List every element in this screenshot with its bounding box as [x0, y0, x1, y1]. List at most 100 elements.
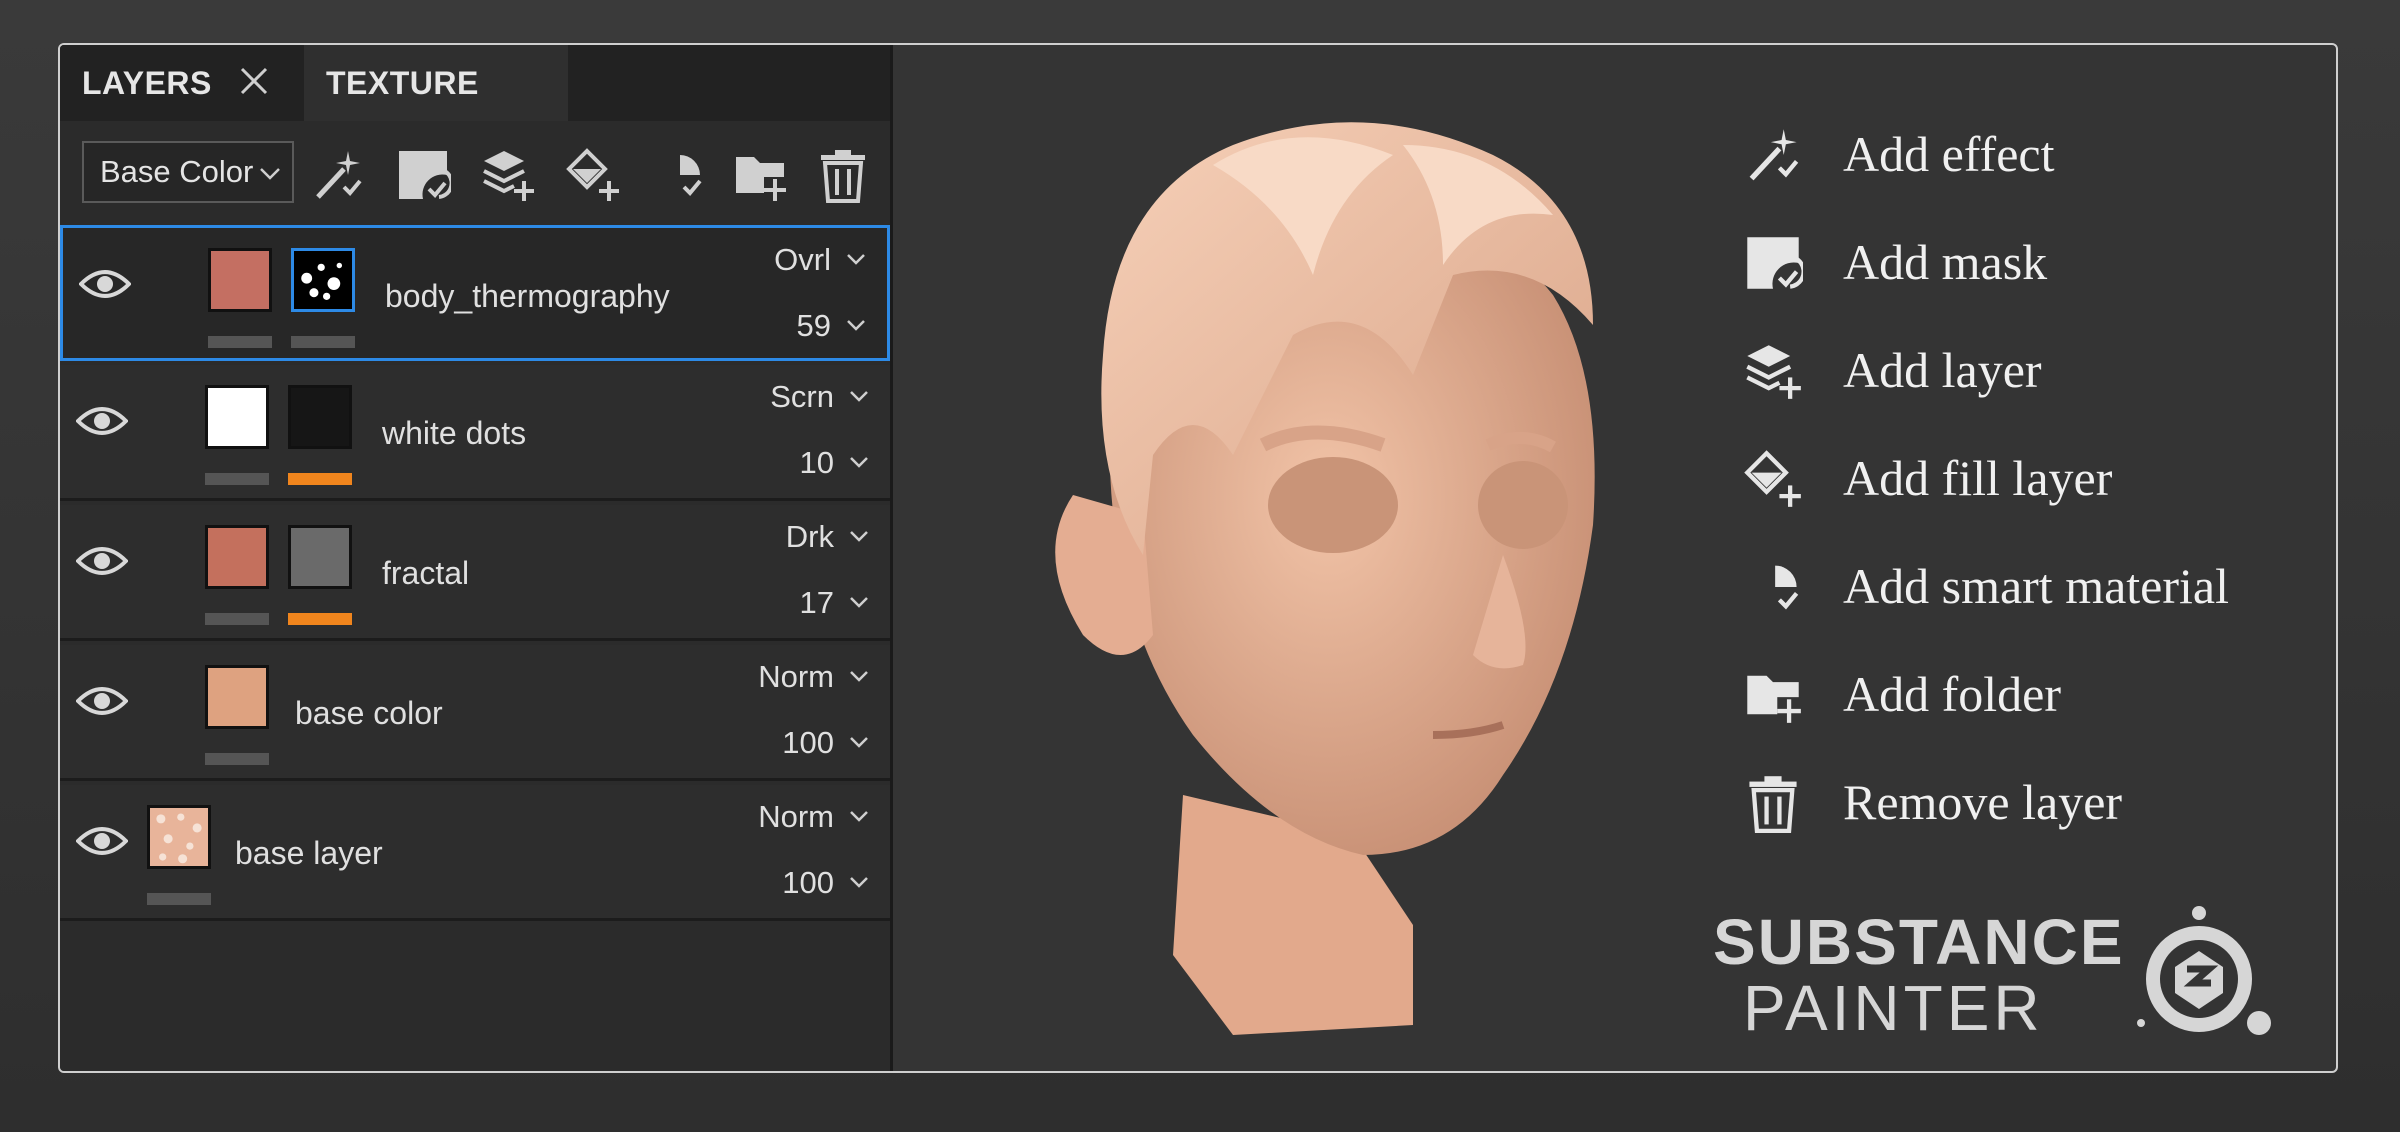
- brand-line1: SUBSTANCE: [1713, 906, 2125, 978]
- layer-color-thumbnail[interactable]: [205, 525, 269, 589]
- add-folder-button[interactable]: [732, 147, 788, 203]
- folder-add-icon: [1743, 665, 1803, 725]
- chevron-down-icon: [850, 457, 868, 468]
- magic-wand-icon: [1743, 125, 1803, 185]
- trash-icon: [1743, 773, 1803, 833]
- substance-logo-icon: [2137, 906, 2271, 1035]
- chevron-down-icon: [847, 320, 865, 331]
- opacity-value: 100: [782, 865, 834, 900]
- brand-line2: PAINTER: [1743, 972, 2044, 1044]
- add-mask-button[interactable]: [395, 147, 454, 203]
- legend-label: Add fill layer: [1843, 450, 2113, 506]
- folder-add-icon: [736, 157, 786, 201]
- layer-color-thumbnail[interactable]: [205, 665, 269, 729]
- layer-name: base color: [295, 695, 443, 731]
- 3d-viewport[interactable]: Add effect Add mask Add layer Add fill l…: [893, 45, 2336, 1071]
- add-effect-button[interactable]: [310, 147, 366, 203]
- layer-name: white dots: [382, 415, 527, 451]
- opacity-value: 100: [782, 725, 834, 760]
- paint-bucket-icon: [566, 148, 619, 201]
- smart-material-icon: [656, 153, 702, 197]
- layer-name: fractal: [382, 555, 470, 591]
- legend-label: Add smart material: [1843, 558, 2229, 614]
- opacity-dropdown[interactable]: 59: [797, 308, 867, 344]
- channel-dropdown-value: Base Color: [100, 154, 254, 189]
- legend-label: Add layer: [1843, 342, 2042, 398]
- mask-icon: [399, 151, 454, 199]
- opacity-dropdown[interactable]: 100: [782, 725, 870, 761]
- channel-dropdown[interactable]: Base Color: [82, 141, 294, 203]
- magic-wand-icon: [316, 151, 362, 199]
- layers-panel: LAYERS TEXTURE SET LIST Base Color: [60, 45, 893, 1071]
- blend-mode-dropdown[interactable]: Norm: [758, 659, 870, 695]
- opacity-dropdown[interactable]: 17: [800, 585, 870, 621]
- tab-texture-set-list[interactable]: TEXTURE SET LIST: [304, 45, 568, 177]
- blend-mode-value: Norm: [758, 799, 834, 834]
- character-head-model[interactable]: [1033, 75, 1653, 1055]
- layer-row-white-dots[interactable]: white dots Scrn 10: [60, 365, 890, 501]
- layers-toolbar: Base Color: [60, 121, 890, 225]
- layer-row-base-color[interactable]: base color Norm 100: [60, 645, 890, 781]
- layer-thumb-bar: [205, 473, 269, 485]
- chevron-down-icon: [850, 597, 868, 608]
- add-smart-material-button[interactable]: [650, 147, 706, 203]
- mask-thumb-bar: [288, 473, 352, 485]
- layers-stack-icon: [1743, 341, 1803, 401]
- add-fill-layer-button[interactable]: [565, 147, 621, 203]
- legend-label: Add mask: [1843, 234, 2048, 290]
- legend-label: Remove layer: [1843, 774, 2123, 830]
- close-icon[interactable]: [236, 63, 272, 99]
- layer-row-base-layer[interactable]: base layer Norm 100: [60, 785, 890, 921]
- chevron-down-icon: [850, 671, 868, 682]
- add-layer-button[interactable]: [480, 147, 536, 203]
- opacity-dropdown[interactable]: 100: [782, 865, 870, 901]
- mask-thumb-bar: [288, 613, 352, 625]
- layer-color-thumbnail[interactable]: [205, 385, 269, 449]
- mask-thumb-bar: [291, 336, 355, 348]
- chevron-down-icon: [850, 737, 868, 748]
- legend-label: Add effect: [1843, 126, 2055, 182]
- layer-row-fractal[interactable]: fractal Drk 17: [60, 505, 890, 641]
- layer-name: base layer: [235, 835, 383, 871]
- layer-thumb-bar: [208, 336, 272, 348]
- blend-mode-dropdown[interactable]: Norm: [758, 799, 870, 835]
- chevron-down-icon: [260, 168, 280, 180]
- opacity-value: 59: [796, 308, 831, 343]
- blend-mode-dropdown[interactable]: Ovrl: [774, 242, 867, 278]
- mask-thumbnail[interactable]: [288, 385, 352, 449]
- opacity-value: 17: [799, 585, 834, 620]
- eye-icon[interactable]: [79, 264, 131, 304]
- material-thumbnail[interactable]: [147, 805, 211, 869]
- blend-mode-value: Ovrl: [774, 242, 831, 277]
- chevron-down-icon: [850, 391, 868, 402]
- smart-material-icon: [1743, 557, 1803, 617]
- blend-mode-dropdown[interactable]: Drk: [786, 519, 870, 555]
- substance-painter-brand: SUBSTANCE PAINTER: [1713, 905, 2273, 1055]
- layers-stack-icon: [483, 151, 534, 201]
- layer-name: body_thermography: [385, 278, 670, 314]
- blend-mode-value: Norm: [758, 659, 834, 694]
- opacity-dropdown[interactable]: 10: [800, 445, 870, 481]
- eye-icon[interactable]: [76, 541, 128, 581]
- eye-icon[interactable]: [76, 681, 128, 721]
- panel-tabs: LAYERS TEXTURE SET LIST: [60, 45, 890, 177]
- mask-thumbnail[interactable]: [288, 525, 352, 589]
- layer-color-thumbnail[interactable]: [208, 248, 272, 312]
- chevron-down-icon: [850, 811, 868, 822]
- eye-icon[interactable]: [76, 401, 128, 441]
- trash-icon: [821, 150, 865, 203]
- tab-layers[interactable]: LAYERS: [82, 45, 212, 121]
- layer-thumb-bar: [205, 753, 269, 765]
- opacity-value: 10: [799, 445, 834, 480]
- remove-layer-button[interactable]: [815, 147, 871, 203]
- legend-label: Add folder: [1843, 666, 2061, 722]
- blend-mode-dropdown[interactable]: Scrn: [770, 379, 870, 415]
- mask-thumbnail[interactable]: [291, 248, 355, 312]
- layer-row-body-thermography[interactable]: body_thermography Ovrl 59: [60, 225, 890, 361]
- paint-bucket-icon: [1743, 449, 1803, 509]
- chevron-down-icon: [850, 531, 868, 542]
- mask-icon: [1743, 233, 1806, 293]
- eye-icon[interactable]: [76, 821, 128, 861]
- layer-thumb-bar: [205, 613, 269, 625]
- app-frame: LAYERS TEXTURE SET LIST Base Color: [58, 43, 2338, 1073]
